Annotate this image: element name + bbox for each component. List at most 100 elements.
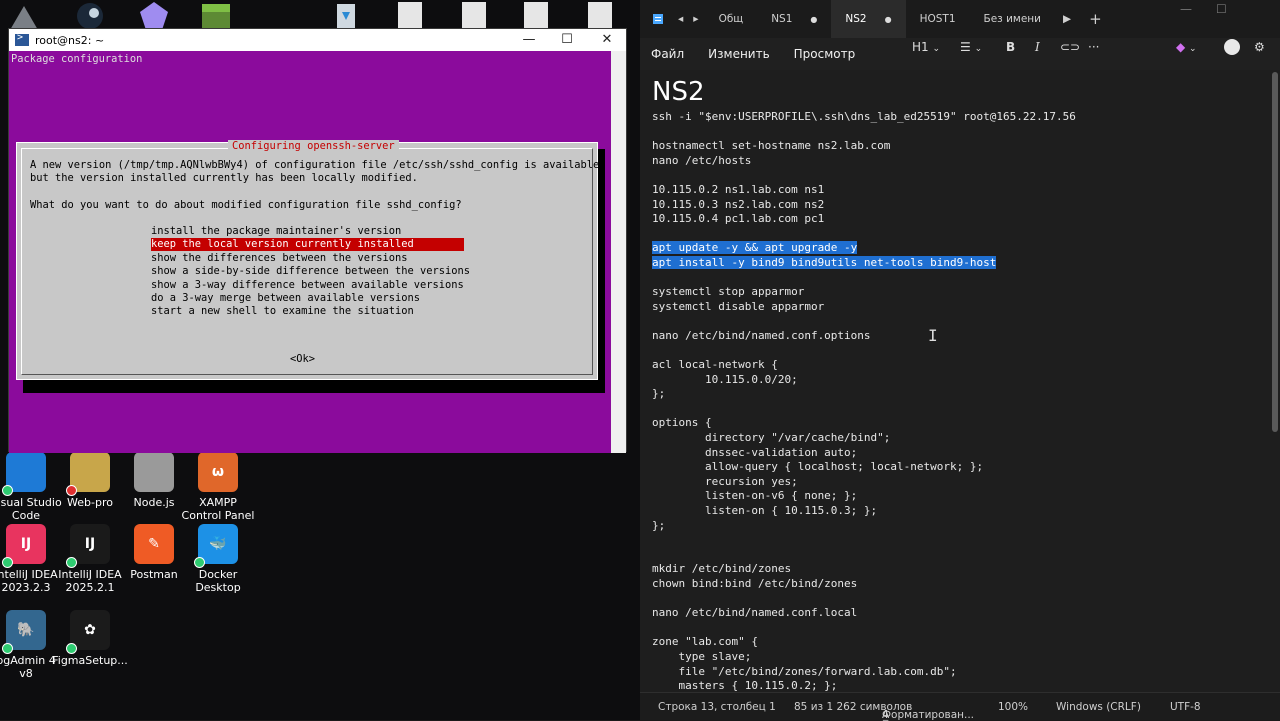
code-line-text: }; [652, 518, 666, 532]
code-line: type slave; [652, 650, 1076, 665]
notepad-app-icon [640, 0, 674, 38]
desktop-shortcut[interactable]: 🐳 Docker Desktop [178, 524, 258, 594]
menu-file[interactable]: Файл [651, 47, 684, 61]
terminal-scrollbar[interactable] [611, 51, 626, 453]
sync-check-icon [2, 557, 13, 568]
window-minimize-icon[interactable]: — [1180, 2, 1192, 16]
editor-scrollbar[interactable] [1272, 72, 1278, 432]
minecraft-icon[interactable] [198, 0, 234, 30]
document-icon-4[interactable] [582, 0, 618, 30]
code-line-text: apt install -y bind9 bind9utils net-tool… [652, 255, 997, 269]
ok-button[interactable]: <Ok> [290, 353, 315, 365]
dialog-option[interactable]: keep the local version currently install… [151, 238, 464, 252]
maximize-button[interactable]: ☐ [547, 29, 587, 51]
code-line-text: apt update -y && apt upgrade -y [652, 241, 858, 255]
dialog-option[interactable]: install the package maintainer's version [151, 225, 464, 238]
code-line-text: nano /etc/hosts [652, 153, 752, 167]
bold-icon[interactable]: B [1006, 40, 1015, 54]
desktop-shortcut-label: Control Panel [181, 509, 255, 522]
desktop-shortcut[interactable]: ✿ FigmaSetup... [50, 610, 130, 667]
dialog-option[interactable]: show a 3-way difference between availabl… [151, 279, 464, 292]
sync-error-icon [66, 485, 77, 496]
code-line-text: 10.115.0.4 pc1.lab.com pc1 [652, 212, 825, 226]
settings-gear-icon[interactable]: ⚙ [1254, 40, 1265, 54]
minimize-button[interactable]: — [509, 29, 549, 51]
terminal-body[interactable]: Package configuration Configuring openss… [9, 51, 612, 453]
obsidian-icon[interactable] [136, 0, 172, 30]
document-icon-1[interactable] [392, 0, 428, 30]
heading-style-label: H1 [912, 40, 929, 54]
heading-dropdown[interactable]: H1 ⌄ [912, 40, 940, 54]
app-icon: ω [198, 452, 238, 492]
tab-obsh[interactable]: Общ [705, 0, 758, 38]
code-line: listen-on-v6 { none; }; [652, 489, 1076, 504]
code-line: 10.115.0.0/20; [652, 373, 1076, 388]
scroll-tabs-left-icon[interactable]: ◂ [674, 0, 687, 38]
menu-edit[interactable]: Изменить [708, 47, 770, 61]
code-line: apt update -y && apt upgrade -y [652, 241, 1076, 256]
desktop-shortcut[interactable]: ω XAMPP Control Panel [178, 452, 258, 522]
code-line: file "/etc/bind/zones/forward.lab.com.db… [652, 665, 1076, 680]
desktop-shortcut-label: Desktop [195, 581, 241, 594]
editor-text[interactable]: ssh -i "$env:USERPROFILE\.ssh\dns_lab_ed… [652, 110, 1076, 692]
code-line-text: mkdir /etc/bind/zones [652, 562, 792, 576]
dialog-title: Configuring openssh-server [228, 140, 399, 152]
app-icon [66, 452, 110, 496]
app-icon: IJ [66, 524, 110, 568]
document-icon-3[interactable] [518, 0, 554, 30]
encoding[interactable]: UTF-8 [1170, 701, 1201, 713]
code-line-text: systemctl stop apparmor [652, 285, 805, 299]
code-line-text: nano /etc/bind/named.conf.options [652, 328, 871, 342]
menu-view[interactable]: Просмотр [794, 47, 856, 61]
scroll-tabs-right-icon[interactable]: ▸ [687, 0, 704, 38]
window-maximize-icon[interactable]: ☐ [1216, 2, 1227, 16]
dialog-option[interactable]: do a 3-way merge between available versi… [151, 292, 464, 305]
recycle-bin-icon[interactable] [328, 0, 364, 30]
link-icon[interactable]: ⊂⊃ [1060, 40, 1080, 54]
close-button[interactable]: ✕ [587, 29, 627, 51]
app-icon [2, 452, 46, 496]
tab-label: NS2 [845, 13, 867, 25]
code-line: listen-on { 10.115.0.3; }; [652, 504, 1076, 519]
copilot-icon[interactable]: ◆ ⌄ [1176, 40, 1197, 54]
dialog-question: What do you want to do about modified co… [30, 199, 462, 211]
steam-icon[interactable] [72, 0, 108, 30]
list-icon[interactable]: ☰ ⌄ [960, 40, 982, 54]
line-ending[interactable]: Windows (CRLF) [1056, 701, 1141, 713]
chevron-down-icon: ⌄ [932, 44, 941, 54]
dialog-option[interactable]: show a side-by-side difference between t… [151, 265, 470, 278]
desktop: Visual StudioCodeWeb-proNode.jsωXAMPPCon… [0, 0, 640, 720]
zoom-level[interactable]: 100% [998, 701, 1028, 713]
code-line: ssh -i "$env:USERPROFILE\.ssh\dns_lab_ed… [652, 110, 1076, 125]
tab-ns1[interactable]: NS1 ● [757, 0, 831, 38]
app-icon: ✿ [66, 610, 110, 654]
code-line: zone "lab.com" { [652, 635, 1076, 650]
tab-ns2[interactable]: NS2 ● [831, 0, 906, 38]
new-tab-icon[interactable]: + [1079, 0, 1112, 38]
notepad-window: ◂ ▸ Общ NS1 ● NS2 ● HOST1 Без имени ▶ + — … [640, 0, 1280, 721]
account-icon[interactable] [1224, 39, 1240, 55]
cursor-position: Строка 13, столбец 1 [658, 701, 776, 713]
app-icon: 🐳 [194, 524, 238, 568]
document-title: NS2 [652, 77, 705, 107]
tab-overflow-icon[interactable]: ▶ [1055, 0, 1079, 38]
code-line-text: type slave; [652, 649, 752, 663]
tab-label: Без имени [983, 13, 1041, 25]
dialog-option[interactable]: start a new shell to examine the situati… [151, 305, 464, 318]
code-line-text: 10.115.0.2 ns1.lab.com ns1 [652, 182, 825, 196]
tab-host1[interactable]: HOST1 [906, 0, 970, 38]
desktop-icon-top-1[interactable] [6, 0, 42, 30]
document-icon-2[interactable] [456, 0, 492, 30]
more-icon[interactable]: ··· [1088, 40, 1099, 54]
tab-untitled[interactable]: Без имени [970, 0, 1055, 38]
code-line-text: file "/etc/bind/zones/forward.lab.com.db… [652, 664, 957, 678]
editor-area[interactable]: NS2 ssh -i "$env:USERPROFILE\.ssh\dns_la… [640, 70, 1272, 692]
italic-icon[interactable]: I [1035, 40, 1040, 54]
terminal-window[interactable]: root@ns2: ~ — ☐ ✕ Package configuration … [8, 28, 627, 453]
dialog-option[interactable]: show the differences between the version… [151, 252, 464, 265]
code-line: 10.115.0.3 ns2.lab.com ns2 [652, 198, 1076, 213]
